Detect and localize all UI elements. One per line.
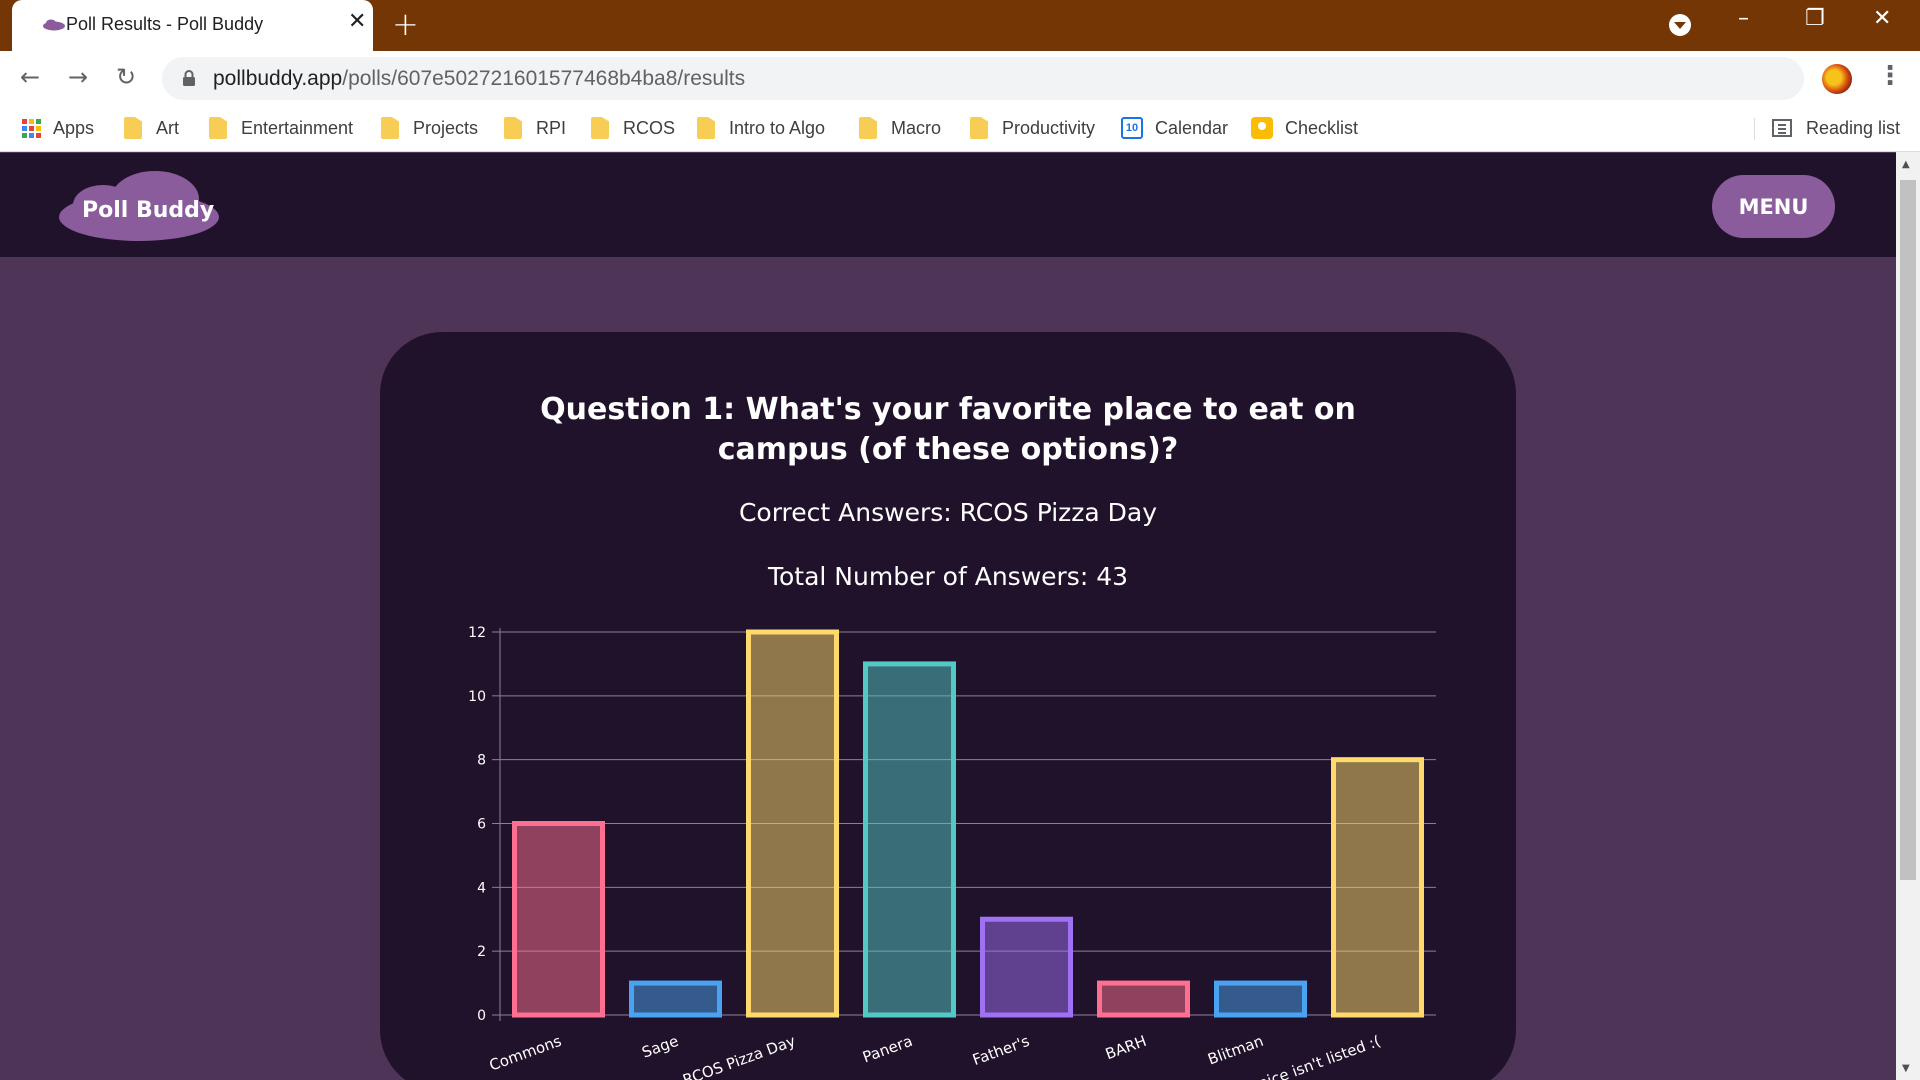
bookmark-rpi[interactable]: RPI: [504, 115, 566, 141]
site-logo-text[interactable]: Poll Buddy: [82, 198, 214, 223]
tab-search-icon[interactable]: [1669, 14, 1691, 36]
x-tick-label: RCOS Pizza Day: [680, 1032, 798, 1080]
folder-icon: [591, 117, 609, 139]
bookmark-rcos[interactable]: RCOS: [591, 115, 675, 141]
bar: [629, 980, 722, 1018]
bookmarks-divider: [1754, 118, 1755, 140]
bookmark-intro-to-algo[interactable]: Intro to Algo: [697, 115, 825, 141]
keep-icon: [1251, 117, 1273, 139]
y-tick-label: 6: [477, 817, 486, 833]
lock-icon: [183, 70, 195, 86]
browser-tab[interactable]: Poll Results - Poll Buddy ✕: [12, 0, 373, 51]
address-bar[interactable]: pollbuddy.app/polls/607e502721601577468b…: [162, 57, 1804, 100]
scroll-up-icon[interactable]: ▲: [1902, 160, 1910, 170]
bookmark-label: Macro: [891, 117, 942, 138]
y-tick-label: 2: [477, 944, 486, 960]
folder-icon: [970, 117, 988, 139]
bookmark-projects[interactable]: Projects: [381, 115, 478, 141]
results-bar-chart: 0 2 4 6 8 10 12 Commons Sage RCOS Pizza Day Panera…: [468, 625, 1436, 1080]
bookmark-label: Calendar: [1155, 117, 1229, 138]
bookmark-label: RCOS: [623, 117, 676, 138]
x-tick-label: Commons: [487, 1032, 564, 1075]
bar: [1214, 980, 1307, 1018]
poll-buddy-favicon-icon: [43, 19, 65, 31]
apps-grid-icon: [22, 118, 41, 138]
bar: [1097, 980, 1190, 1018]
bookmark-label: Productivity: [1002, 117, 1096, 138]
y-tick-label: 10: [468, 689, 486, 705]
minimize-button[interactable]: –: [1738, 8, 1749, 30]
menu-button[interactable]: MENU: [1712, 175, 1835, 238]
url-path: /polls/607e502721601577468b4ba8/results: [342, 67, 746, 90]
bookmark-label: RPI: [536, 117, 567, 138]
page-scrollbar[interactable]: ▲ ▼: [1896, 152, 1920, 1080]
reading-list-button[interactable]: Reading list: [1772, 115, 1900, 141]
folder-icon: [209, 117, 227, 139]
x-tick-label: Sage: [640, 1032, 681, 1062]
bookmark-label: Checklist: [1285, 117, 1359, 138]
calendar-icon: 10: [1121, 117, 1143, 139]
folder-icon: [859, 117, 877, 139]
new-tab-button[interactable]: +: [392, 8, 419, 40]
folder-icon: [697, 117, 715, 139]
bookmark-label: Art: [156, 117, 180, 138]
url-text[interactable]: pollbuddy.app/polls/607e502721601577468b…: [213, 67, 745, 91]
reload-icon[interactable]: ↻: [116, 65, 136, 89]
y-tick-label: 4: [477, 880, 486, 896]
site-header: Poll Buddy MENU: [0, 153, 1896, 257]
x-tick-label: Father's: [970, 1032, 1032, 1069]
y-tick-label: 8: [477, 753, 486, 769]
browser-tab-bar: Poll Results - Poll Buddy ✕ + – ❐ ✕: [0, 0, 1920, 51]
folder-icon: [504, 117, 522, 139]
results-card: Question 1: What's your favorite place t…: [380, 332, 1516, 1080]
bookmark-entertainment[interactable]: Entertainment: [209, 115, 353, 141]
url-host: pollbuddy.app: [213, 67, 343, 90]
bar: [1331, 757, 1424, 1018]
folder-icon: [124, 117, 142, 139]
folder-icon: [381, 117, 399, 139]
browser-menu-icon[interactable]: ⋮: [1877, 63, 1903, 89]
close-window-button[interactable]: ✕: [1873, 8, 1891, 30]
tab-close-icon[interactable]: ✕: [348, 11, 366, 33]
bookmark-label: Projects: [413, 117, 479, 138]
bookmark-macro[interactable]: Macro: [859, 115, 941, 141]
tab-title: Poll Results - Poll Buddy: [66, 14, 264, 34]
bookmarks-bar: Apps Art Entertainment Projects RPI RCOS…: [0, 106, 1920, 152]
bookmark-art[interactable]: Art: [124, 115, 179, 141]
bar: [746, 629, 839, 1018]
bar: [980, 916, 1073, 1018]
scroll-down-icon[interactable]: ▼: [1902, 1064, 1910, 1074]
bookmark-label: Intro to Algo: [729, 117, 826, 138]
bookmark-checklist[interactable]: Checklist: [1251, 115, 1358, 141]
bookmark-calendar[interactable]: 10 Calendar: [1121, 115, 1228, 141]
bookmark-label: Entertainment: [241, 117, 354, 138]
bookmark-productivity[interactable]: Productivity: [970, 115, 1095, 141]
x-tick-label: Panera: [860, 1032, 915, 1067]
reading-list-label: Reading list: [1806, 117, 1901, 138]
y-tick-label: 0: [477, 1008, 486, 1024]
bookmark-label: Apps: [53, 117, 95, 138]
scrollbar-thumb[interactable]: [1900, 180, 1916, 880]
y-tick-label: 12: [468, 625, 486, 641]
x-tick-label: BARH: [1103, 1032, 1149, 1063]
x-tick-label: Blitman: [1205, 1032, 1265, 1069]
bar: [863, 661, 956, 1018]
bar: [512, 821, 605, 1018]
browser-toolbar: ← → ↻ pollbuddy.app/polls/607e5027216015…: [0, 51, 1920, 106]
restore-button[interactable]: ❐: [1805, 8, 1825, 30]
bookmark-apps[interactable]: Apps: [22, 115, 94, 141]
profile-avatar[interactable]: [1822, 64, 1852, 94]
back-icon[interactable]: ←: [20, 65, 40, 89]
forward-icon[interactable]: →: [68, 65, 88, 89]
reading-list-icon: [1772, 119, 1792, 137]
